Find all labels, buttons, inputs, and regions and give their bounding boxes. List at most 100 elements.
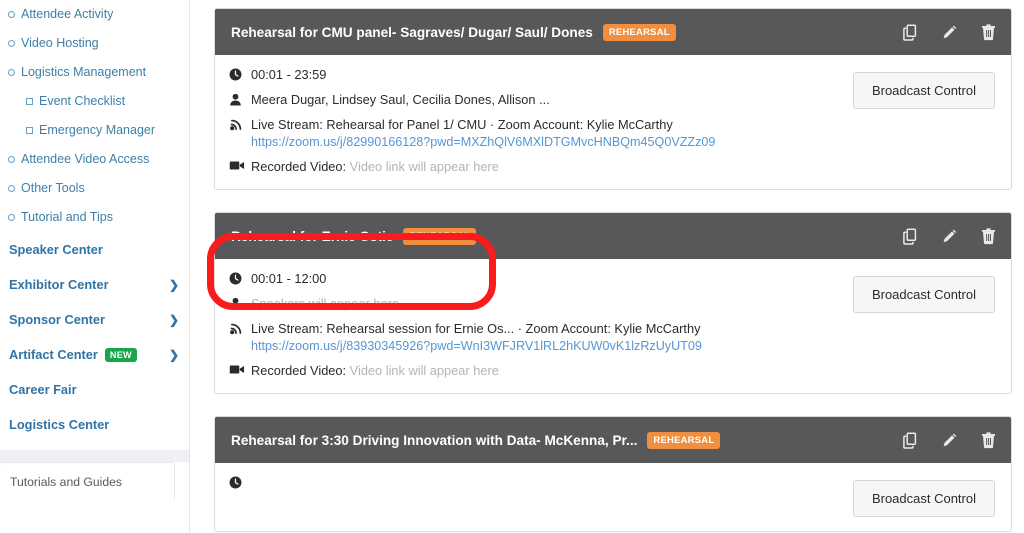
session-card-actions bbox=[902, 227, 997, 245]
session-card-side-actions: Broadcast Control bbox=[837, 475, 995, 517]
session-recording-text: Recorded Video: Video link will appear h… bbox=[251, 159, 837, 175]
broadcast-control-button[interactable]: Broadcast Control bbox=[852, 72, 995, 109]
copy-icon[interactable] bbox=[902, 227, 919, 245]
sidebar-item-label: Tutorial and Tips bbox=[21, 210, 113, 224]
session-stream-row: Live Stream: Rehearsal session for Ernie… bbox=[229, 321, 837, 354]
sidebar-item-label: Attendee Activity bbox=[21, 7, 114, 21]
sidebar-item-label: Event Checklist bbox=[39, 94, 126, 108]
broadcast-icon bbox=[229, 321, 251, 335]
session-time-row: 00:01 - 12:00 bbox=[229, 271, 837, 287]
sidebar-section-label: Sponsor Center bbox=[9, 312, 105, 327]
sidebar-item-label: Logistics Management bbox=[21, 65, 147, 79]
broadcast-control-button[interactable]: Broadcast Control bbox=[852, 276, 995, 313]
session-card: Rehearsal for CMU panel- Sagraves/ Dugar… bbox=[214, 8, 1012, 190]
square-bullet-icon bbox=[26, 98, 33, 105]
sidebar-item-label: Emergency Manager bbox=[39, 123, 156, 137]
session-card-actions bbox=[902, 431, 997, 449]
video-camera-icon bbox=[229, 363, 251, 375]
copy-icon[interactable] bbox=[902, 23, 919, 41]
live-stream-info: Live Stream: Rehearsal session for Ernie… bbox=[251, 321, 701, 336]
session-speakers: Speakers will appear here bbox=[251, 296, 399, 311]
session-title: Rehearsal for Ernie Ostic bbox=[231, 228, 394, 244]
video-camera-icon bbox=[229, 159, 251, 171]
sidebar: Attendee Activity Video Hosting Logistic… bbox=[0, 0, 190, 533]
pencil-icon[interactable] bbox=[941, 227, 958, 245]
recorded-video-label: Recorded Video: bbox=[251, 363, 347, 378]
session-card: Rehearsal for Ernie Ostic REHEARSAL 00:0… bbox=[214, 212, 1012, 394]
session-details: 00:01 - 23:59 Meera Dugar, Lindsey Saul,… bbox=[229, 67, 837, 175]
session-time: 00:01 - 23:59 bbox=[251, 67, 327, 82]
broadcast-control-button[interactable]: Broadcast Control bbox=[852, 480, 995, 517]
session-card: Rehearsal for 3:30 Driving Innovation wi… bbox=[214, 416, 1012, 532]
chevron-right-icon: ❯ bbox=[168, 312, 179, 327]
trash-icon[interactable] bbox=[980, 23, 997, 41]
sidebar-item-career-fair[interactable]: Career Fair bbox=[0, 372, 189, 407]
session-details: 00:01 - 12:00 Speakers will appear here bbox=[229, 271, 837, 379]
trash-icon[interactable] bbox=[980, 431, 997, 449]
pencil-icon[interactable] bbox=[941, 23, 958, 41]
session-speakers: Meera Dugar, Lindsey Saul, Cecilia Dones… bbox=[251, 92, 550, 107]
status-badge: REHEARSAL bbox=[647, 431, 721, 449]
trash-icon[interactable] bbox=[980, 227, 997, 245]
session-card-header: Rehearsal for CMU panel- Sagraves/ Dugar… bbox=[215, 9, 1011, 55]
session-recording-row: Recorded Video: Video link will appear h… bbox=[229, 159, 837, 175]
sidebar-item-label: Video Hosting bbox=[21, 36, 99, 50]
zoom-meeting-link[interactable]: https://zoom.us/j/83930345926?pwd=WnI3WF… bbox=[251, 338, 837, 354]
app-root: Attendee Activity Video Hosting Logistic… bbox=[0, 0, 1024, 533]
session-card-body: 00:01 - 23:59 Meera Dugar, Lindsey Saul,… bbox=[215, 55, 1011, 189]
chevron-right-icon: ❯ bbox=[168, 277, 179, 292]
sidebar-item-attendee-activity[interactable]: Attendee Activity bbox=[0, 0, 189, 29]
status-badge: REHEARSAL bbox=[403, 227, 477, 245]
status-badge: REHEARSAL bbox=[602, 23, 676, 41]
sidebar-item-label: Attendee Video Access bbox=[21, 152, 150, 166]
sidebar-section-label: Artifact Center bbox=[9, 347, 98, 362]
session-card-side-actions: Broadcast Control bbox=[837, 271, 995, 379]
sidebar-item-attendee-video-access[interactable]: Attendee Video Access bbox=[0, 145, 189, 174]
clock-icon bbox=[229, 67, 251, 81]
session-list: Rehearsal for CMU panel- Sagraves/ Dugar… bbox=[190, 0, 1024, 533]
live-stream-info: Live Stream: Rehearsal for Panel 1/ CMU … bbox=[251, 117, 673, 132]
session-stream-row: Live Stream: Rehearsal for Panel 1/ CMU … bbox=[229, 117, 837, 150]
circle-bullet-icon bbox=[8, 185, 15, 192]
session-recording-row: Recorded Video: Video link will appear h… bbox=[229, 363, 837, 379]
sidebar-item-emergency-manager[interactable]: Emergency Manager bbox=[0, 116, 189, 145]
sidebar-item-sponsor-center[interactable]: Sponsor Center ❯ bbox=[0, 302, 189, 337]
sidebar-section-label: Speaker Center bbox=[9, 242, 103, 257]
new-badge: NEW bbox=[104, 347, 137, 362]
sidebar-item-logistics-management[interactable]: Logistics Management bbox=[0, 58, 189, 87]
clock-icon bbox=[229, 271, 251, 285]
recorded-video-value: Video link will appear here bbox=[349, 159, 499, 174]
session-time: 00:01 - 12:00 bbox=[251, 271, 327, 286]
session-speakers-row: Speakers will appear here bbox=[229, 296, 837, 312]
pencil-icon[interactable] bbox=[941, 431, 958, 449]
sidebar-item-artifact-center[interactable]: Artifact Center NEW ❯ bbox=[0, 337, 189, 372]
session-recording-text: Recorded Video: Video link will appear h… bbox=[251, 363, 837, 379]
square-bullet-icon bbox=[26, 127, 33, 134]
sidebar-section-label: Logistics Center bbox=[9, 417, 110, 432]
sidebar-nav-panel: Attendee Activity Video Hosting Logistic… bbox=[0, 0, 189, 450]
circle-bullet-icon bbox=[8, 214, 15, 221]
sidebar-item-exhibitor-center[interactable]: Exhibitor Center ❯ bbox=[0, 267, 189, 302]
sidebar-item-event-checklist[interactable]: Event Checklist bbox=[0, 87, 189, 116]
clock-icon bbox=[229, 475, 251, 489]
sidebar-item-other-tools[interactable]: Other Tools bbox=[0, 174, 189, 203]
session-title: Rehearsal for CMU panel- Sagraves/ Dugar… bbox=[231, 24, 593, 40]
session-card-header: Rehearsal for 3:30 Driving Innovation wi… bbox=[215, 417, 1011, 463]
broadcast-icon bbox=[229, 117, 251, 131]
session-time-row: 00:01 - 23:59 bbox=[229, 67, 837, 83]
copy-icon[interactable] bbox=[902, 431, 919, 449]
session-speakers-row: Meera Dugar, Lindsey Saul, Cecilia Dones… bbox=[229, 92, 837, 108]
sidebar-item-tutorial-and-tips[interactable]: Tutorial and Tips bbox=[0, 203, 189, 232]
sidebar-item-logistics-center[interactable]: Logistics Center bbox=[0, 407, 189, 442]
recorded-video-value: Video link will appear here bbox=[349, 363, 499, 378]
chevron-right-icon: ❯ bbox=[168, 347, 179, 362]
circle-bullet-icon bbox=[8, 156, 15, 163]
session-card-actions bbox=[902, 23, 997, 41]
sidebar-item-video-hosting[interactable]: Video Hosting bbox=[0, 29, 189, 58]
session-card-side-actions: Broadcast Control bbox=[837, 67, 995, 175]
sidebar-divider bbox=[0, 450, 189, 462]
sidebar-item-speaker-center[interactable]: Speaker Center bbox=[0, 232, 189, 267]
sidebar-section-label: Career Fair bbox=[9, 382, 77, 397]
zoom-meeting-link[interactable]: https://zoom.us/j/82990166128?pwd=MXZhQl… bbox=[251, 134, 837, 150]
sidebar-item-tutorials-and-guides[interactable]: Tutorials and Guides bbox=[0, 462, 175, 501]
